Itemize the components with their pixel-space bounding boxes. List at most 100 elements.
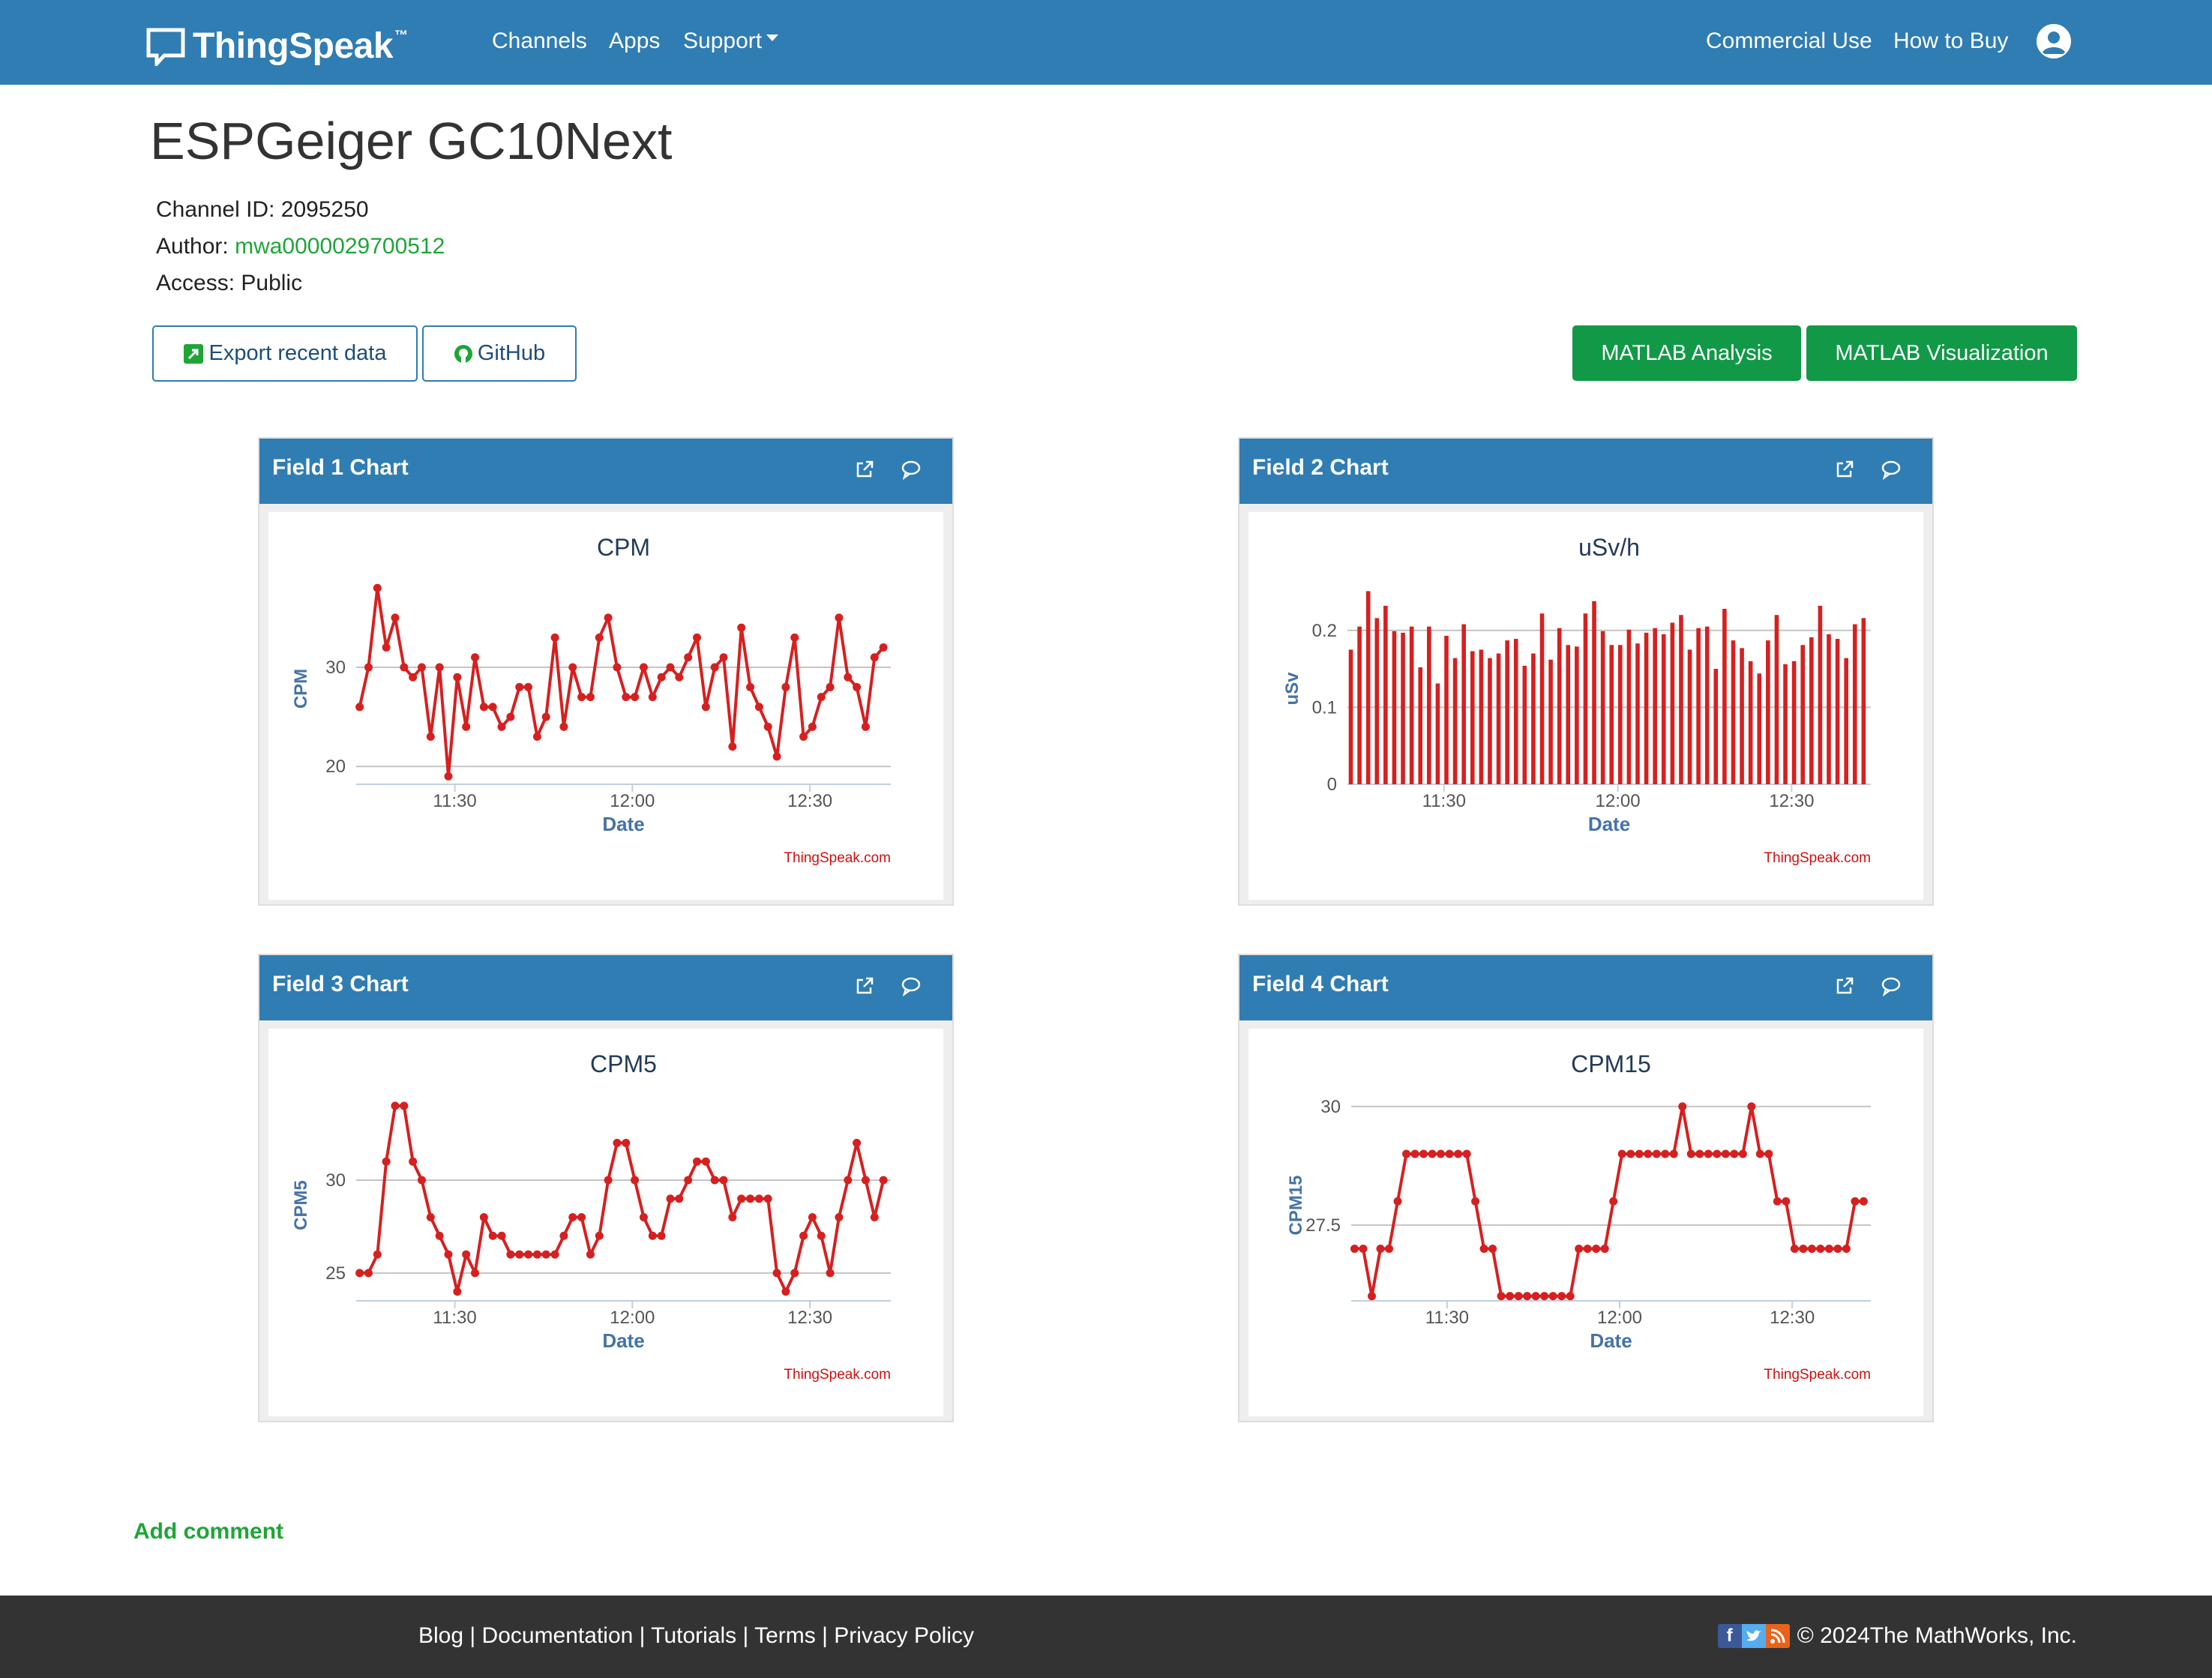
chart-credit[interactable]: ThingSpeak.com bbox=[784, 850, 891, 866]
data-point[interactable] bbox=[382, 643, 391, 652]
data-point[interactable] bbox=[364, 663, 373, 672]
data-point[interactable] bbox=[426, 1213, 435, 1222]
data-point[interactable] bbox=[1652, 1149, 1661, 1158]
data-bar[interactable] bbox=[1470, 651, 1475, 784]
data-point[interactable] bbox=[1617, 1149, 1626, 1158]
data-point[interactable] bbox=[568, 663, 577, 672]
data-point[interactable] bbox=[879, 1176, 888, 1185]
data-point[interactable] bbox=[577, 1213, 586, 1222]
data-point[interactable] bbox=[799, 733, 808, 742]
data-point[interactable] bbox=[710, 1176, 719, 1185]
data-bar[interactable] bbox=[1427, 626, 1431, 784]
data-point[interactable] bbox=[1721, 1149, 1730, 1158]
data-point[interactable] bbox=[622, 1138, 631, 1147]
data-bar[interactable] bbox=[1418, 667, 1423, 784]
data-bar[interactable] bbox=[1670, 622, 1675, 784]
external-link-icon[interactable] bbox=[852, 973, 877, 999]
data-point[interactable] bbox=[1704, 1149, 1713, 1158]
data-bar[interactable] bbox=[1618, 645, 1623, 784]
data-point[interactable] bbox=[1695, 1149, 1704, 1158]
external-link-icon[interactable] bbox=[1832, 457, 1857, 482]
data-point[interactable] bbox=[497, 1231, 506, 1240]
matlab-analysis-button[interactable]: MATLAB Analysis bbox=[1572, 325, 1801, 381]
footer-link-documentation[interactable]: Documentation bbox=[482, 1623, 634, 1648]
data-bar[interactable] bbox=[1740, 648, 1744, 784]
export-recent-data-button[interactable]: Export recent data bbox=[152, 325, 418, 382]
data-point[interactable] bbox=[808, 1213, 817, 1222]
data-bar[interactable] bbox=[1713, 669, 1719, 784]
data-point[interactable] bbox=[781, 1287, 790, 1296]
data-bar[interactable] bbox=[1548, 659, 1553, 784]
data-point[interactable] bbox=[1799, 1244, 1808, 1253]
data-point[interactable] bbox=[1359, 1244, 1368, 1253]
data-bar[interactable] bbox=[1626, 629, 1632, 784]
data-point[interactable] bbox=[772, 752, 781, 761]
data-point[interactable] bbox=[1644, 1149, 1653, 1158]
data-point[interactable] bbox=[417, 663, 426, 672]
data-point[interactable] bbox=[1730, 1149, 1739, 1158]
data-bar[interactable] bbox=[1704, 626, 1710, 784]
data-bar[interactable] bbox=[1818, 605, 1823, 784]
user-avatar-icon[interactable] bbox=[2037, 24, 2071, 58]
data-bar[interactable] bbox=[1513, 639, 1518, 784]
data-point[interactable] bbox=[373, 583, 382, 592]
data-point[interactable] bbox=[1548, 1292, 1557, 1301]
data-point[interactable] bbox=[471, 653, 480, 662]
data-bar[interactable] bbox=[1383, 605, 1388, 784]
data-point[interactable] bbox=[506, 1250, 515, 1259]
data-point[interactable] bbox=[559, 722, 568, 731]
data-bar[interactable] bbox=[1583, 613, 1588, 784]
data-bar[interactable] bbox=[1488, 658, 1492, 784]
data-bar[interactable] bbox=[1679, 615, 1683, 784]
data-point[interactable] bbox=[684, 1176, 693, 1185]
data-point[interactable] bbox=[595, 1231, 604, 1240]
data-point[interactable] bbox=[879, 643, 888, 652]
data-point[interactable] bbox=[808, 722, 817, 731]
data-point[interactable] bbox=[1497, 1292, 1506, 1301]
data-point[interactable] bbox=[613, 1138, 622, 1147]
data-bar[interactable] bbox=[1644, 632, 1649, 784]
data-point[interactable] bbox=[728, 742, 737, 751]
data-point[interactable] bbox=[595, 633, 604, 642]
data-point[interactable] bbox=[701, 1157, 710, 1166]
data-point[interactable] bbox=[639, 663, 648, 672]
facebook-icon[interactable]: f bbox=[1717, 1624, 1742, 1648]
data-point[interactable] bbox=[1419, 1149, 1428, 1158]
data-bar[interactable] bbox=[1600, 631, 1605, 784]
data-point[interactable] bbox=[462, 1250, 471, 1259]
rss-icon[interactable] bbox=[1765, 1624, 1790, 1648]
data-bar[interactable] bbox=[1522, 665, 1527, 784]
chart-credit[interactable]: ThingSpeak.com bbox=[1764, 1367, 1871, 1383]
data-point[interactable] bbox=[1531, 1292, 1540, 1301]
data-point[interactable] bbox=[861, 1176, 870, 1185]
data-point[interactable] bbox=[1523, 1292, 1532, 1301]
data-point[interactable] bbox=[1609, 1197, 1618, 1206]
data-point[interactable] bbox=[844, 1176, 853, 1185]
data-point[interactable] bbox=[1851, 1197, 1860, 1206]
data-point[interactable] bbox=[382, 1157, 391, 1166]
data-point[interactable] bbox=[1376, 1244, 1385, 1253]
data-point[interactable] bbox=[693, 633, 702, 642]
data-bar[interactable] bbox=[1861, 618, 1866, 784]
data-point[interactable] bbox=[541, 712, 550, 721]
data-point[interactable] bbox=[1350, 1244, 1359, 1253]
data-point[interactable] bbox=[870, 1213, 879, 1222]
data-point[interactable] bbox=[648, 693, 657, 702]
data-point[interactable] bbox=[1669, 1149, 1678, 1158]
data-point[interactable] bbox=[604, 613, 613, 622]
data-point[interactable] bbox=[532, 733, 541, 742]
data-point[interactable] bbox=[639, 1213, 648, 1222]
data-point[interactable] bbox=[1816, 1244, 1825, 1253]
data-point[interactable] bbox=[391, 613, 400, 622]
data-bar[interactable] bbox=[1783, 664, 1788, 784]
data-point[interactable] bbox=[835, 1213, 844, 1222]
data-bar[interactable] bbox=[1357, 626, 1362, 784]
data-point[interactable] bbox=[657, 1231, 666, 1240]
twitter-icon[interactable] bbox=[1741, 1624, 1766, 1648]
data-point[interactable] bbox=[1488, 1244, 1497, 1253]
data-point[interactable] bbox=[631, 1176, 640, 1185]
data-point[interactable] bbox=[657, 673, 666, 682]
nav-support[interactable]: Support bbox=[683, 28, 779, 54]
data-point[interactable] bbox=[853, 682, 862, 691]
data-point[interactable] bbox=[541, 1250, 550, 1259]
